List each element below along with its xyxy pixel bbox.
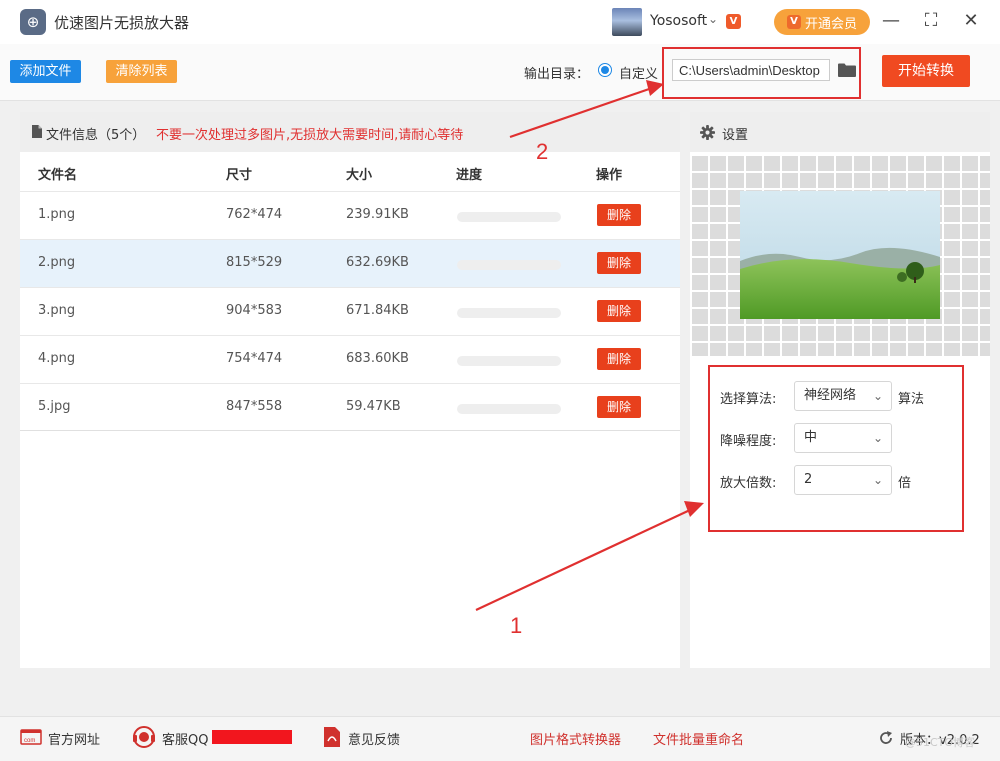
settings-title: 设置 <box>722 128 749 143</box>
output-dir-label: 输出目录： <box>524 67 590 82</box>
row-filename: 5.jpg <box>38 399 71 414</box>
app-logo-icon: ⊕ <box>20 9 46 35</box>
column-header-action: 操作 <box>596 168 623 183</box>
close-button[interactable]: ✕ <box>958 8 984 34</box>
gear-icon <box>700 125 715 140</box>
open-vip-label: 开通会员 <box>804 16 857 32</box>
custom-dir-radio-label[interactable]: 自定义 <box>619 63 658 82</box>
file-info-title: 文件信息（5个） <box>46 128 146 143</box>
annotation-marker-1: 1 <box>510 613 523 638</box>
annotation-box-output-path <box>662 47 861 99</box>
column-header-progress: 进度 <box>456 168 483 183</box>
row-filename: 4.png <box>38 351 76 366</box>
column-header-dimensions: 尺寸 <box>226 168 253 183</box>
annotation-box-settings <box>708 365 964 532</box>
official-website-link[interactable]: 官方网址 <box>48 729 100 748</box>
feedback-link[interactable]: 意见反馈 <box>348 729 400 748</box>
row-progress-bar <box>457 404 561 414</box>
maximize-button[interactable]: ⛶ <box>918 8 944 34</box>
vip-badge-icon: V <box>726 14 741 29</box>
row-filesize: 239.91KB <box>346 207 409 222</box>
row-dimensions: 904*583 <box>226 303 283 318</box>
row-dimensions: 815*529 <box>226 255 283 270</box>
row-filename: 1.png <box>38 207 76 222</box>
app-title: 优速图片无损放大器 <box>54 14 190 32</box>
refresh-icon[interactable] <box>878 730 894 746</box>
row-filename: 2.png <box>38 255 76 270</box>
annotation-marker-2: 2 <box>536 139 549 164</box>
user-avatar[interactable] <box>612 8 642 36</box>
row-progress-bar <box>457 308 561 318</box>
delete-button[interactable]: 删除 <box>597 252 641 274</box>
delete-button[interactable]: 删除 <box>597 204 641 226</box>
format-converter-link[interactable]: 图片格式转换器 <box>530 729 621 748</box>
row-dimensions: 762*474 <box>226 207 283 222</box>
customer-service-qq-link[interactable]: 客服QQ <box>162 729 208 748</box>
delete-button[interactable]: 删除 <box>597 300 641 322</box>
row-filesize: 632.69KB <box>346 255 409 270</box>
file-icon <box>32 125 42 138</box>
row-filesize: 671.84KB <box>346 303 409 318</box>
add-file-button[interactable]: 添加文件 <box>10 60 81 83</box>
start-convert-button[interactable]: 开始转换 <box>882 55 970 87</box>
delete-button[interactable]: 删除 <box>597 396 641 418</box>
feedback-icon[interactable] <box>324 727 340 747</box>
custom-dir-radio[interactable] <box>598 63 612 77</box>
row-dimensions: 847*558 <box>226 399 283 414</box>
preview-image <box>740 191 940 319</box>
row-filesize: 683.60KB <box>346 351 409 366</box>
svg-text:com: com <box>24 738 35 744</box>
delete-button[interactable]: 删除 <box>597 348 641 370</box>
minimize-button[interactable]: — <box>878 8 904 34</box>
row-progress-bar <box>457 356 561 366</box>
column-header-filename: 文件名 <box>38 168 78 183</box>
redaction-bar <box>212 730 292 744</box>
user-name[interactable]: Yososoft <box>650 13 707 29</box>
row-filesize: 59.47KB <box>346 399 401 414</box>
warning-message: 不要一次处理过多图片,无损放大需要时间,请耐心等待 <box>156 128 464 143</box>
watermark: @51CTO博客 <box>905 736 976 749</box>
row-filename: 3.png <box>38 303 76 318</box>
column-header-size: 大小 <box>346 168 373 183</box>
open-vip-button[interactable]: V 开通会员 <box>774 9 870 35</box>
customer-service-icon[interactable] <box>132 725 156 749</box>
row-progress-bar <box>457 260 561 270</box>
vip-icon: V <box>786 15 801 29</box>
clear-list-button[interactable]: 清除列表 <box>106 60 177 83</box>
row-dimensions: 754*474 <box>226 351 283 366</box>
chevron-down-icon[interactable]: ⌄ <box>708 12 718 26</box>
website-icon[interactable]: com <box>20 729 42 745</box>
row-progress-bar <box>457 212 561 222</box>
batch-rename-link[interactable]: 文件批量重命名 <box>653 729 744 748</box>
